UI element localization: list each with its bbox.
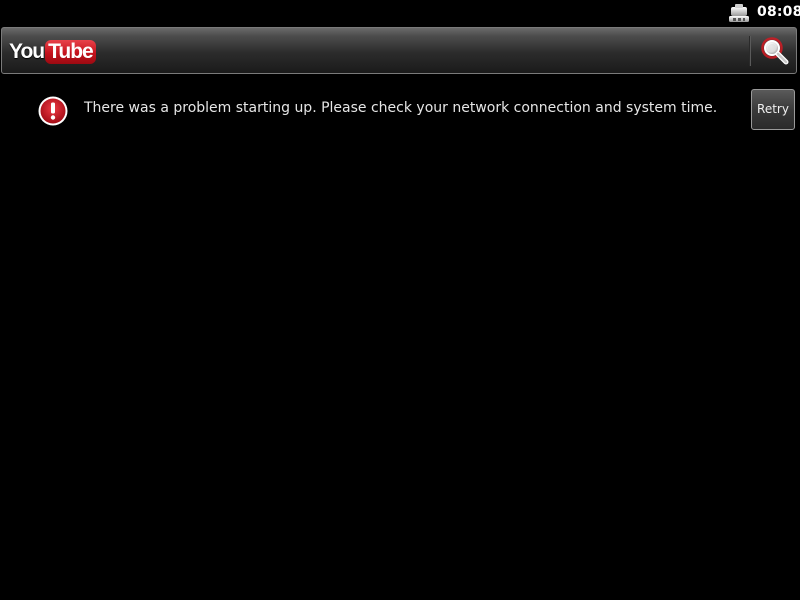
status-clock: 08:08 — [757, 4, 800, 20]
youtube-logo[interactable]: You Tube — [9, 39, 96, 65]
android-debug-icon — [728, 3, 750, 23]
logo-you-text: You — [9, 40, 45, 63]
startup-error-row: There was a problem starting up. Please … — [0, 88, 800, 132]
status-bar: 08:08 — [0, 0, 800, 25]
retry-button[interactable]: Retry — [751, 89, 795, 130]
logo-tube-text: Tube — [45, 40, 96, 64]
error-message: There was a problem starting up. Please … — [84, 100, 718, 116]
app-action-bar: You Tube — [1, 27, 797, 74]
search-button[interactable] — [758, 34, 794, 68]
action-bar-divider — [749, 36, 750, 66]
youtube-app-screen: 08:08 You Tube There was a problem start… — [0, 0, 800, 600]
error-alert-icon — [37, 95, 69, 127]
search-icon — [758, 37, 794, 72]
